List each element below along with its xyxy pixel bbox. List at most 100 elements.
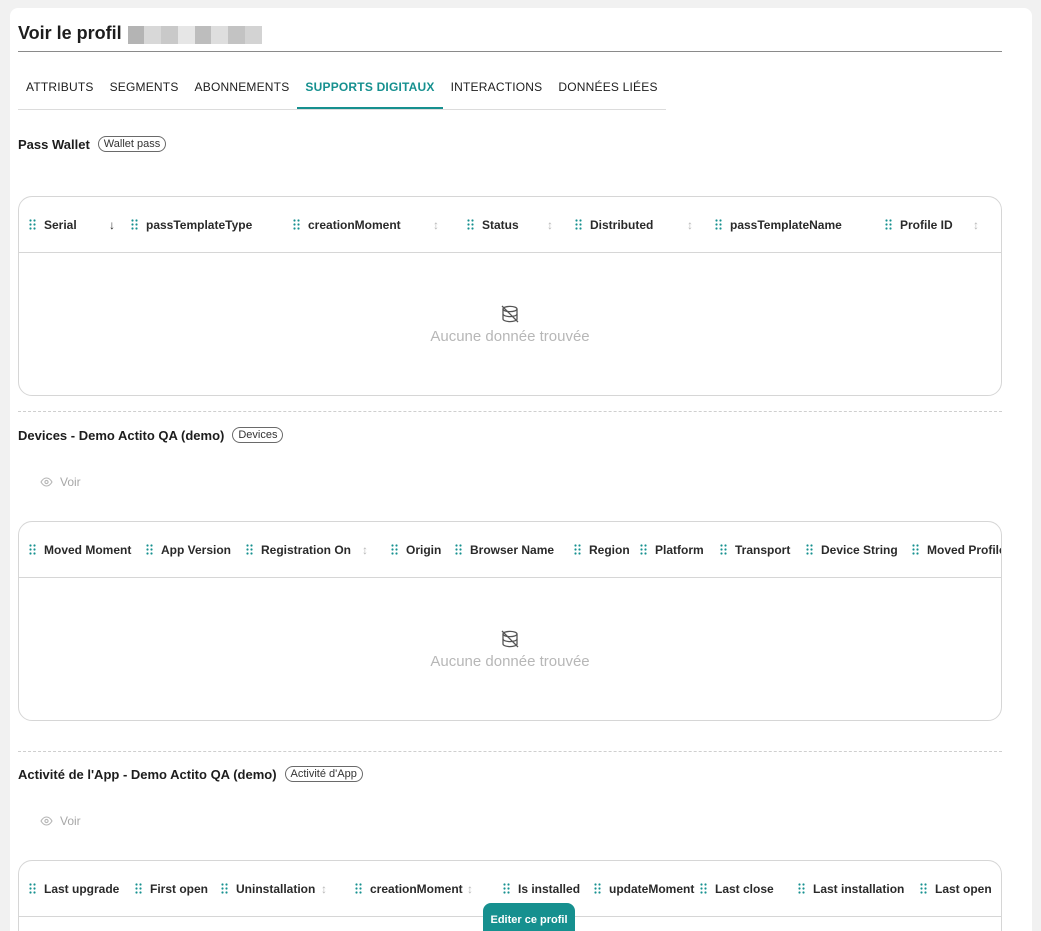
column-label: Region <box>589 542 630 557</box>
sort-both-icon[interactable]: ↕ <box>467 882 473 896</box>
column-label: First open <box>150 881 209 896</box>
column-header[interactable]: Device String <box>806 522 898 577</box>
drag-handle-icon[interactable] <box>720 544 727 555</box>
section-heading: Devices - Demo Actito QA (demo) <box>18 427 225 443</box>
page-header: Voir le profil <box>18 22 1002 52</box>
tab-attributs[interactable]: ATTRIBUTS <box>18 78 102 109</box>
drag-handle-icon[interactable] <box>885 219 892 230</box>
column-label: Registration On <box>261 542 352 557</box>
drag-handle-icon[interactable] <box>574 544 581 555</box>
table-header: Moved Moment App Version Registration On ↕ O… <box>19 522 1001 578</box>
column-header[interactable]: Last installation <box>798 861 904 916</box>
drag-handle-icon[interactable] <box>806 544 813 555</box>
drag-handle-icon[interactable] <box>700 883 707 894</box>
column-header[interactable]: Registration On ↕ <box>246 522 368 577</box>
devices-table: Moved Moment App Version Registration On ↕ O… <box>18 521 1002 721</box>
section-badge: Wallet pass <box>97 136 167 152</box>
column-label: Device String <box>821 542 898 557</box>
sort-both-icon[interactable]: ↕ <box>973 218 979 232</box>
tab-supports-digitaux[interactable]: SUPPORTS DIGITAUX <box>297 78 443 109</box>
view-devices-button[interactable]: Voir <box>40 475 81 489</box>
drag-handle-icon[interactable] <box>594 883 601 894</box>
column-header[interactable]: Moved Moment <box>29 522 131 577</box>
column-header[interactable]: Status ↕ <box>467 197 553 252</box>
drag-handle-icon[interactable] <box>293 219 300 230</box>
drag-handle-icon[interactable] <box>131 219 138 230</box>
mask-block <box>194 26 212 44</box>
column-header[interactable]: creationMoment ↕ <box>355 861 473 916</box>
edit-profile-button[interactable]: Editer ce profil <box>483 903 575 931</box>
column-label: Last close <box>715 881 774 896</box>
mask-block <box>127 26 145 44</box>
tab-segments[interactable]: SEGMENTS <box>102 78 187 109</box>
column-label: Status <box>482 217 519 232</box>
drag-handle-icon[interactable] <box>575 219 582 230</box>
tab-bar: ATTRIBUTS SEGMENTS ABONNEMENTS SUPPORTS DIG… <box>18 78 666 110</box>
column-label: passTemplateType <box>146 217 253 232</box>
drag-handle-icon[interactable] <box>798 883 805 894</box>
view-label: Voir <box>60 814 81 828</box>
eye-icon <box>40 477 53 487</box>
column-header[interactable]: Uninstallation ↕ <box>221 861 327 916</box>
tab-donnees-liees[interactable]: DONNÉES LIÉES <box>550 78 665 109</box>
column-label: Last open <box>935 881 992 896</box>
sort-both-icon[interactable]: ↕ <box>547 218 553 232</box>
column-header[interactable]: Last open <box>920 861 992 916</box>
section-badge: Devices <box>232 427 284 443</box>
column-header[interactable]: Browser Name <box>455 522 554 577</box>
drag-handle-icon[interactable] <box>391 544 398 555</box>
drag-handle-icon[interactable] <box>29 883 36 894</box>
column-header[interactable]: First open <box>135 861 208 916</box>
sort-both-icon[interactable]: ↕ <box>687 218 693 232</box>
column-header[interactable]: Profile ID ↕ <box>885 197 979 252</box>
section-divider <box>18 411 1002 412</box>
column-header[interactable]: Platform <box>640 522 704 577</box>
drag-handle-icon[interactable] <box>135 883 142 894</box>
column-label: Origin <box>406 542 442 557</box>
column-header[interactable]: Region <box>574 522 630 577</box>
section-title-devices: Devices - Demo Actito QA (demo) Devices <box>18 427 284 443</box>
drag-handle-icon[interactable] <box>920 883 927 894</box>
drag-handle-icon[interactable] <box>640 544 647 555</box>
tab-abonnements[interactable]: ABONNEMENTS <box>187 78 298 109</box>
drag-handle-icon[interactable] <box>221 883 228 894</box>
empty-state: Aucune donnée trouvée <box>19 578 1001 720</box>
column-label: Moved Moment <box>44 542 132 557</box>
column-header[interactable]: creationMoment ↕ <box>293 197 439 252</box>
drag-handle-icon[interactable] <box>146 544 153 555</box>
sort-both-icon[interactable]: ↕ <box>321 882 327 896</box>
column-header[interactable]: Origin <box>391 522 441 577</box>
column-header[interactable]: Distributed ↕ <box>575 197 693 252</box>
no-database-icon <box>501 630 519 647</box>
drag-handle-icon[interactable] <box>29 544 36 555</box>
column-header[interactable]: App Version <box>146 522 231 577</box>
column-header[interactable]: Last upgrade <box>29 861 119 916</box>
column-label: updateMoment <box>609 881 695 896</box>
sort-both-icon[interactable]: ↕ <box>433 218 439 232</box>
drag-handle-icon[interactable] <box>29 219 36 230</box>
column-header[interactable]: Transport <box>720 522 790 577</box>
drag-handle-icon[interactable] <box>467 219 474 230</box>
drag-handle-icon[interactable] <box>715 219 722 230</box>
mask-block <box>144 26 162 44</box>
column-header[interactable]: Moved Profile <box>912 522 1001 577</box>
sort-both-icon[interactable]: ↕ <box>362 543 368 557</box>
column-header[interactable]: Serial ↓ <box>29 197 115 252</box>
mask-block <box>228 26 245 44</box>
drag-handle-icon[interactable] <box>455 544 462 555</box>
column-header[interactable]: passTemplateName <box>715 197 842 252</box>
column-header[interactable]: Last close <box>700 861 774 916</box>
drag-handle-icon[interactable] <box>355 883 362 894</box>
drag-handle-icon[interactable] <box>246 544 253 555</box>
column-label: Serial <box>44 217 77 232</box>
drag-handle-icon[interactable] <box>912 544 919 555</box>
section-heading: Activité de l'App - Demo Actito QA (demo… <box>18 766 277 782</box>
column-label: Last upgrade <box>44 881 120 896</box>
view-app-activity-button[interactable]: Voir <box>40 814 81 828</box>
column-header[interactable]: passTemplateType <box>131 197 252 252</box>
sort-desc-icon[interactable]: ↓ <box>109 218 115 232</box>
drag-handle-icon[interactable] <box>503 883 510 894</box>
column-header[interactable]: updateMoment <box>594 861 694 916</box>
view-label: Voir <box>60 475 81 489</box>
tab-interactions[interactable]: INTERACTIONS <box>443 78 551 109</box>
